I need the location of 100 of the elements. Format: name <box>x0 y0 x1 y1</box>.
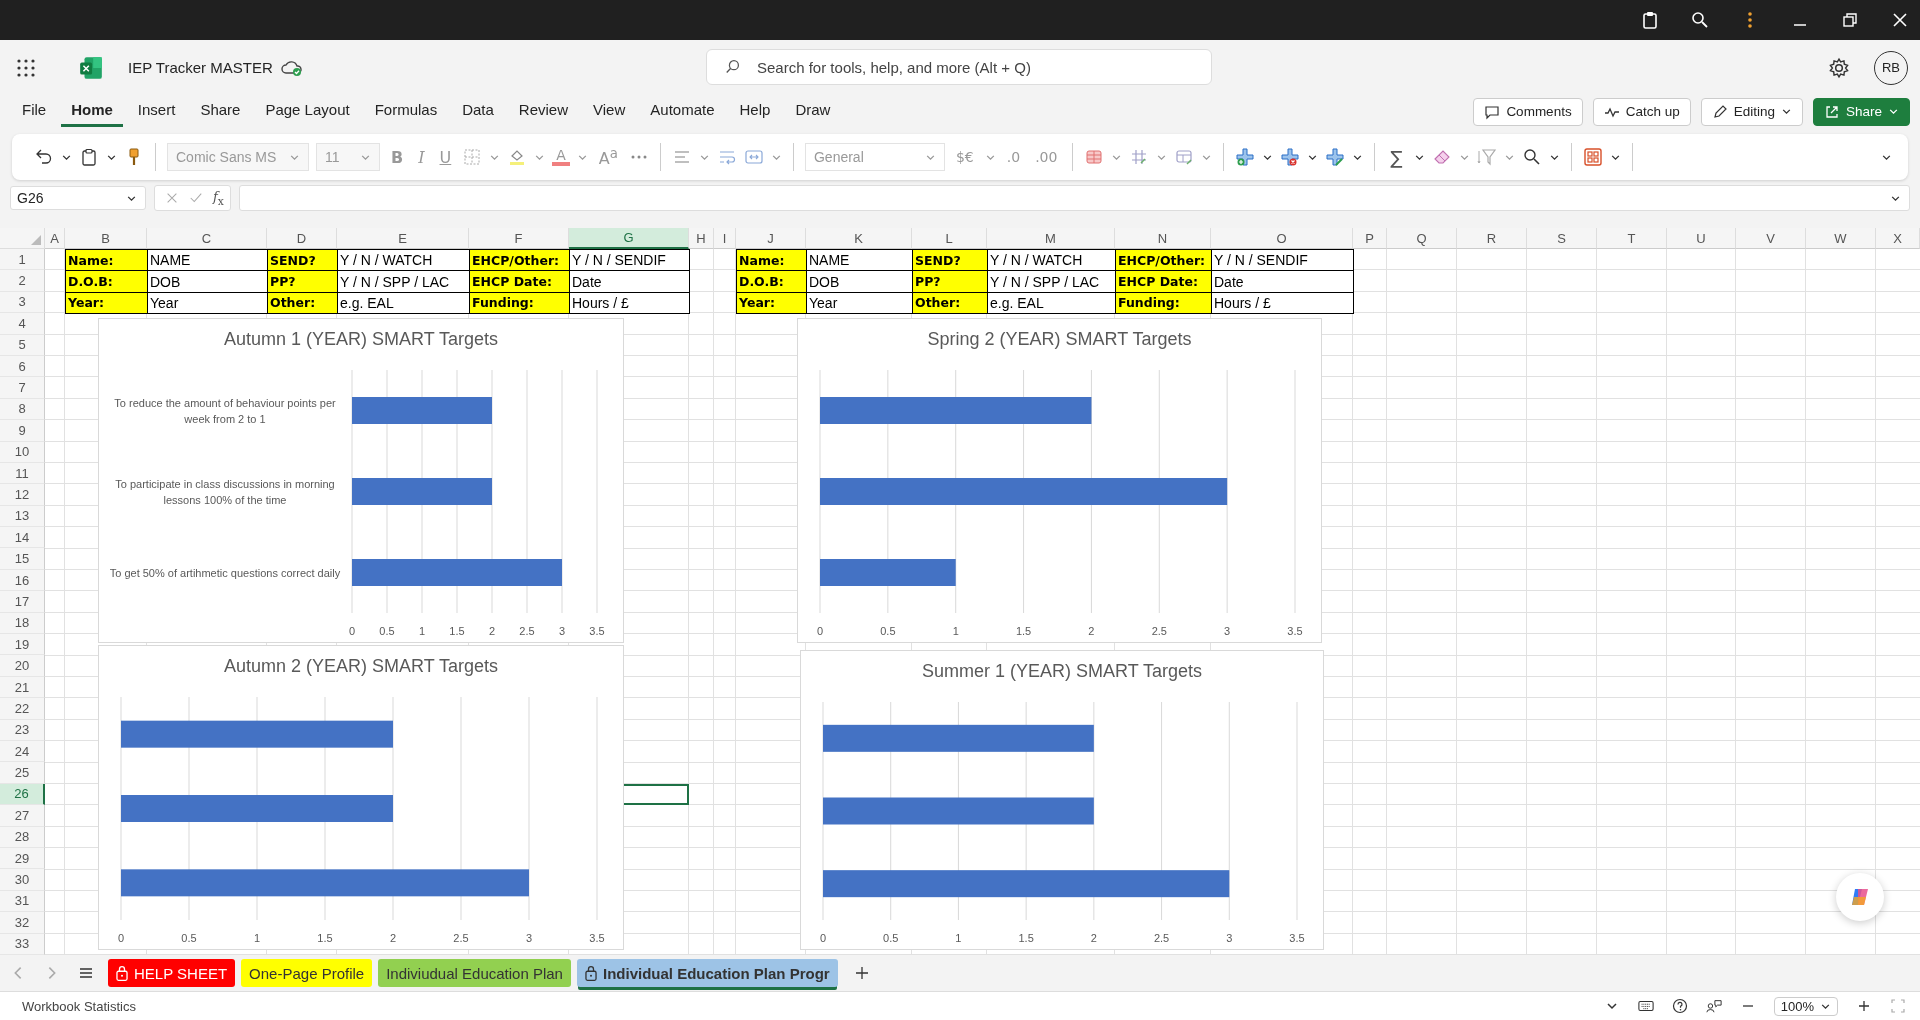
row-header[interactable]: 24 <box>0 741 45 763</box>
row-header[interactable]: 31 <box>0 890 45 913</box>
document-title[interactable]: IEP Tracker MASTER <box>128 59 273 76</box>
column-header[interactable]: C <box>147 228 267 249</box>
column-header[interactable]: P <box>1353 228 1387 249</box>
column-header[interactable]: V <box>1736 228 1806 249</box>
row-header[interactable]: 23 <box>0 719 45 741</box>
row-header[interactable]: 21 <box>0 676 45 699</box>
help-icon[interactable] <box>1671 998 1688 1014</box>
menu-tab[interactable]: Automate <box>640 96 725 127</box>
undo-icon[interactable] <box>34 147 54 167</box>
row-header[interactable]: 4 <box>0 313 45 335</box>
cell-styles-icon[interactable] <box>1174 147 1195 167</box>
row-header[interactable]: 8 <box>0 398 45 421</box>
column-header[interactable]: H <box>689 228 714 249</box>
menu-tab[interactable]: Draw <box>785 96 841 127</box>
column-header[interactable]: T <box>1597 228 1667 249</box>
workbook-statistics[interactable]: Workbook Statistics <box>22 998 136 1014</box>
menu-tab[interactable]: View <box>583 96 636 127</box>
column-header[interactable]: R <box>1457 228 1527 249</box>
column-header[interactable]: E <box>337 228 469 249</box>
row-header[interactable]: 6 <box>0 355 45 378</box>
zoom-dropdown[interactable]: 100% <box>1773 996 1838 1016</box>
comments-button[interactable]: Comments <box>1473 97 1583 126</box>
column-header[interactable]: F <box>469 228 569 249</box>
sheet-tab[interactable]: One-Page Profile <box>241 959 373 987</box>
row-header[interactable]: 33 <box>0 933 45 955</box>
menu-tab[interactable]: Formulas <box>364 96 448 127</box>
catch-up-button[interactable]: Catch up <box>1592 97 1691 126</box>
menu-tab[interactable]: Page Layout <box>255 96 360 127</box>
menu-tab[interactable]: File <box>12 96 57 127</box>
search-field[interactable]: Search for tools, help, and more (Alt + Q) <box>706 49 1212 85</box>
name-box[interactable]: G26 <box>10 186 146 210</box>
settings-icon[interactable] <box>1828 56 1850 79</box>
sheet-tab[interactable]: HELP SHEET <box>108 959 236 987</box>
row-header[interactable]: 11 <box>0 462 45 485</box>
row-header[interactable]: 10 <box>0 441 45 463</box>
row-header[interactable]: 16 <box>0 569 45 592</box>
sheet-tab[interactable]: Individual Education Plan Progr <box>576 959 838 987</box>
row-header[interactable]: 2 <box>0 270 45 292</box>
column-header[interactable]: A <box>45 228 65 249</box>
row-header[interactable]: 28 <box>0 826 45 848</box>
row-header[interactable]: 14 <box>0 527 45 549</box>
row-header[interactable]: 29 <box>0 847 45 870</box>
menu-icon[interactable] <box>78 965 94 981</box>
editing-button[interactable]: Editing <box>1700 97 1803 126</box>
menu-tab[interactable]: Share <box>190 96 251 127</box>
copilot-button[interactable] <box>1836 873 1884 921</box>
row-header[interactable]: 3 <box>0 291 45 314</box>
zoom-in-icon[interactable] <box>1856 998 1872 1014</box>
column-header[interactable]: Q <box>1387 228 1457 249</box>
row-header[interactable]: 15 <box>0 548 45 570</box>
row-header[interactable]: 26 <box>0 783 45 806</box>
row-header[interactable]: 20 <box>0 655 45 677</box>
search-icon[interactable] <box>1690 10 1710 30</box>
column-header[interactable]: L <box>912 228 987 249</box>
menu-tab[interactable]: Home <box>61 96 123 127</box>
row-header[interactable]: 12 <box>0 484 45 506</box>
row-header[interactable]: 9 <box>0 420 45 442</box>
share-button[interactable]: Share <box>1812 97 1910 126</box>
row-header[interactable]: 32 <box>0 912 45 934</box>
row-header[interactable]: 25 <box>0 762 45 784</box>
sheet-tab[interactable]: Indiviudual Education Plan <box>378 959 571 987</box>
bar-chart[interactable] <box>98 318 624 643</box>
menu-tab[interactable]: Insert <box>127 96 186 127</box>
add-ins-icon[interactable] <box>1582 147 1603 167</box>
bar-chart[interactable]: Spring 2 (YEAR) SMART Targets 0 0.5 1 1.5 2 2.5 3 3.5 <box>797 318 1322 643</box>
column-header[interactable]: W <box>1806 228 1876 249</box>
row-header[interactable]: 1 <box>0 249 45 271</box>
column-header[interactable]: K <box>806 228 912 249</box>
spreadsheet-logo-icon[interactable] <box>78 54 104 81</box>
format-cells-icon[interactable] <box>1325 147 1346 167</box>
insert-cells-icon[interactable] <box>1235 147 1256 167</box>
menu-tab[interactable]: Data <box>452 96 504 127</box>
row-header[interactable]: 7 <box>0 377 45 399</box>
paste-icon[interactable] <box>79 147 99 167</box>
sum-button[interactable]: ∑ <box>1386 146 1407 168</box>
insert-function-button[interactable]: f$_{x}$ <box>213 188 224 208</box>
row-header[interactable]: 27 <box>0 805 45 827</box>
keyboard-icon[interactable] <box>1637 998 1654 1014</box>
column-header[interactable]: S <box>1527 228 1597 249</box>
column-header[interactable]: B <box>65 228 147 249</box>
column-header[interactable]: M <box>987 228 1115 249</box>
menu-tab[interactable]: Help <box>729 96 781 127</box>
column-header[interactable]: J <box>736 228 806 249</box>
column-header[interactable]: O <box>1211 228 1353 249</box>
delete-cells-icon[interactable] <box>1280 147 1301 167</box>
column-header[interactable]: N <box>1115 228 1211 249</box>
feedback-icon[interactable] <box>1705 998 1722 1014</box>
formula-input[interactable] <box>238 185 1910 211</box>
row-header[interactable]: 18 <box>0 612 45 635</box>
bar-chart[interactable]: Autumn 2 (YEAR) SMART Targets 0 0.5 1 1.5 2 2.5 3 3.5 <box>98 645 624 950</box>
plus-icon[interactable] <box>853 965 870 981</box>
row-header[interactable]: 19 <box>0 634 45 656</box>
restore-icon[interactable] <box>1840 10 1860 30</box>
clipboard-icon[interactable] <box>1640 10 1660 30</box>
row-header[interactable]: 5 <box>0 334 45 356</box>
conditional-format-icon[interactable] <box>1084 147 1105 167</box>
find-icon[interactable] <box>1521 147 1542 167</box>
menu-tab[interactable]: Review <box>508 96 579 127</box>
